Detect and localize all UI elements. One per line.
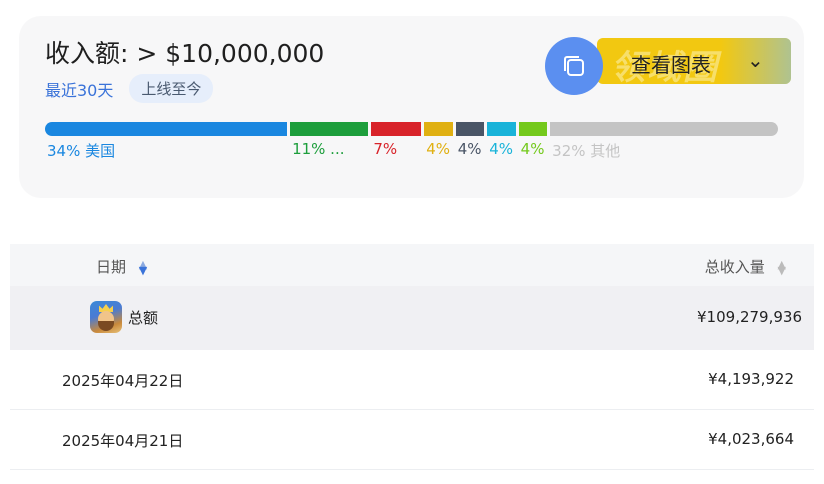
share-segment[interactable] xyxy=(290,122,369,136)
beard-shape xyxy=(98,321,114,331)
row-date: 2025年04月22日 xyxy=(62,372,184,390)
table-row: 2025年04月22日 ¥4,193,922 xyxy=(10,350,814,410)
share-segment[interactable] xyxy=(487,122,516,136)
column-revenue-label: 总收入量 xyxy=(704,258,765,276)
share-segment[interactable] xyxy=(455,122,485,136)
share-segment[interactable] xyxy=(45,122,288,136)
share-label: 7% xyxy=(373,140,398,158)
share-segment[interactable] xyxy=(371,122,422,136)
share-label: 4% xyxy=(457,140,482,158)
summary-card: 收入额: > $10,000,000 最近30天 上线至今 领域圈 查看图表 ⌄… xyxy=(19,16,804,198)
row-value: ¥4,193,922 xyxy=(708,370,794,388)
row-date: 2025年04月21日 xyxy=(62,432,184,450)
sort-icon[interactable]: ▲ ▼ xyxy=(139,259,147,276)
share-segment[interactable] xyxy=(424,122,453,136)
table-row-total: 总额 ¥109,279,936 xyxy=(10,286,814,350)
column-header-revenue[interactable]: 总收入量 ▲ ▼ xyxy=(705,256,786,277)
share-label: 11% ... xyxy=(292,140,345,158)
copy-icon[interactable] xyxy=(545,37,603,95)
revenue-table: 日期 ▲ ▼ 总收入量 ▲ ▼ 总额 ¥109,279,936 2025年04月22… xyxy=(10,244,814,470)
view-chart-label: 查看图表 xyxy=(631,53,711,77)
share-label: 4% xyxy=(520,140,545,158)
total-value: ¥109,279,936 xyxy=(697,308,802,326)
share-label: 4% xyxy=(426,140,451,158)
range-last-30-days[interactable]: 最近30天 xyxy=(45,77,113,101)
revenue-threshold-title: 收入额: > $10,000,000 xyxy=(45,39,325,68)
share-label: 32% 其他 xyxy=(552,142,621,160)
app-icon xyxy=(90,301,122,333)
table-header: 日期 ▲ ▼ 总收入量 ▲ ▼ xyxy=(10,244,814,286)
time-range-selector: 最近30天 上线至今 xyxy=(45,74,214,103)
share-label: 34% 美国 xyxy=(47,142,116,160)
table-row: 2025年04月21日 ¥4,023,664 xyxy=(10,410,814,470)
column-date-label: 日期 xyxy=(96,258,127,276)
column-header-date[interactable]: 日期 ▲ ▼ xyxy=(96,256,147,277)
sort-icon[interactable]: ▲ ▼ xyxy=(778,259,786,276)
share-segment[interactable] xyxy=(550,122,778,136)
country-share-labels: 34% 美国 11% ... 7% 4% 4% 4% 4% 32% 其他 xyxy=(19,140,804,162)
share-label: 4% xyxy=(489,140,513,158)
share-segment[interactable] xyxy=(518,122,548,136)
total-cell: 总额 xyxy=(90,301,158,333)
country-share-bar xyxy=(45,122,778,136)
range-since-launch[interactable]: 上线至今 xyxy=(129,74,214,103)
view-chart-button[interactable]: 领域圈 查看图表 ⌄ xyxy=(597,38,791,88)
chevron-down-icon: ⌄ xyxy=(747,48,764,72)
total-label: 总额 xyxy=(128,308,159,327)
row-value: ¥4,023,664 xyxy=(708,430,794,448)
